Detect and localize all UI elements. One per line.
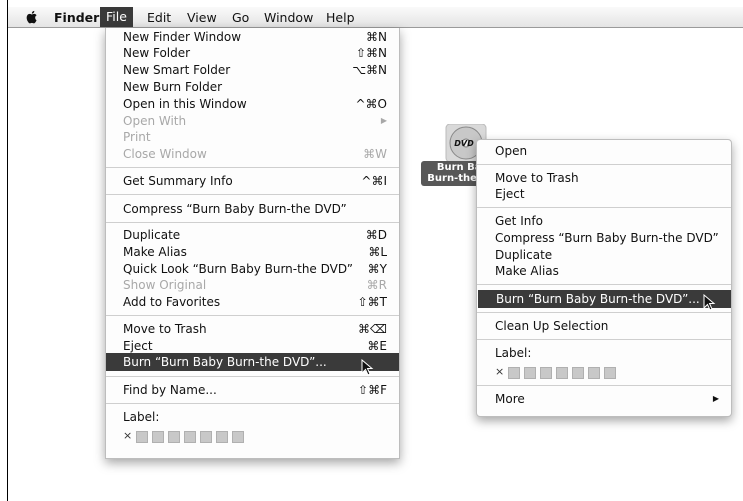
menu-item-quick-look[interactable]: Quick Look “Burn Baby Burn-the DVD” ⌘Y xyxy=(106,261,399,277)
menu-item-print: Print xyxy=(123,130,151,144)
menu-finder[interactable]: Finder xyxy=(54,10,99,25)
menu-file[interactable]: File xyxy=(100,7,133,27)
label-swatch-orange[interactable] xyxy=(524,367,536,379)
menu-item-eject[interactable]: Eject ⌘E xyxy=(106,338,399,354)
menu-item-make-alias[interactable]: Make Alias ⌘L xyxy=(106,244,399,260)
menu-item-duplicate[interactable]: Duplicate ⌘D xyxy=(106,227,399,243)
submenu-arrow-icon: ▶ xyxy=(712,394,719,403)
label-swatch-orange[interactable] xyxy=(152,431,164,443)
menu-item-move-to-trash[interactable]: Move to Trash ⌘⌫ xyxy=(106,321,399,337)
clear-label-button[interactable]: × xyxy=(123,429,132,442)
label-swatch-red[interactable] xyxy=(136,431,148,443)
menu-item-close-window: Close Window ⌘W xyxy=(123,147,387,161)
ctx-item-more[interactable]: More ▶ xyxy=(477,391,731,407)
label-swatch-red[interactable] xyxy=(508,367,520,379)
menu-separator xyxy=(106,403,399,404)
label-swatch-blue[interactable] xyxy=(200,431,212,443)
label-swatch-green[interactable] xyxy=(184,431,196,443)
menu-separator xyxy=(106,376,399,377)
ctx-item-burn[interactable]: Burn “Burn Baby Burn-the DVD”... xyxy=(478,290,731,308)
menu-separator xyxy=(106,315,399,316)
ctx-item-make-alias[interactable]: Make Alias xyxy=(477,263,731,279)
ctx-item-label-heading: Label: xyxy=(495,346,532,360)
ctx-item-move-to-trash[interactable]: Move to Trash xyxy=(477,170,731,186)
submenu-arrow-icon: ▶ xyxy=(380,116,387,125)
menu-view[interactable]: View xyxy=(187,10,217,25)
menu-separator xyxy=(106,167,399,168)
label-swatch-gray[interactable] xyxy=(232,431,244,443)
ctx-item-duplicate[interactable]: Duplicate xyxy=(477,247,731,263)
menu-separator xyxy=(477,164,731,165)
menu-item-show-original: Show Original ⌘R xyxy=(123,278,387,292)
menu-go[interactable]: Go xyxy=(232,10,249,25)
menu-separator xyxy=(477,284,731,285)
menu-item-compress[interactable]: Compress “Burn Baby Burn-the DVD” xyxy=(106,201,399,217)
ctx-item-get-info[interactable]: Get Info xyxy=(477,213,731,229)
menu-help[interactable]: Help xyxy=(326,10,355,25)
label-swatch-blue[interactable] xyxy=(572,367,584,379)
menu-edit[interactable]: Edit xyxy=(147,10,171,25)
label-swatch-purple[interactable] xyxy=(588,367,600,379)
menu-item-open-in-window[interactable]: Open in this Window ^⌘O xyxy=(106,96,399,112)
menu-item-new-burn-folder[interactable]: New Burn Folder xyxy=(106,79,399,95)
mouse-pointer-icon xyxy=(703,294,716,311)
menu-separator xyxy=(477,312,731,313)
label-swatch-purple[interactable] xyxy=(216,431,228,443)
menu-item-burn[interactable]: Burn “Burn Baby Burn-the DVD”... xyxy=(106,353,399,371)
ctx-item-eject[interactable]: Eject xyxy=(477,186,731,202)
menu-item-new-finder-window[interactable]: New Finder Window ⌘N xyxy=(106,29,399,45)
ctx-item-compress[interactable]: Compress “Burn Baby Burn-the DVD” xyxy=(477,230,731,246)
file-menu: New Finder Window ⌘N New Folder ⇧⌘N New … xyxy=(105,28,400,459)
apple-menu-icon[interactable] xyxy=(24,9,40,25)
menu-bar: Finder File Edit View Go Window Help xyxy=(8,7,743,28)
label-swatch-gray[interactable] xyxy=(604,367,616,379)
menu-item-new-smart-folder[interactable]: New Smart Folder ⌥⌘N xyxy=(106,62,399,78)
menu-item-open-with: Open With ▶ xyxy=(123,114,387,128)
label-swatch-green[interactable] xyxy=(556,367,568,379)
menu-separator xyxy=(477,207,731,208)
menu-separator xyxy=(106,194,399,195)
clear-label-button[interactable]: × xyxy=(495,365,504,378)
menu-separator xyxy=(106,222,399,223)
ctx-item-clean-up-selection[interactable]: Clean Up Selection xyxy=(477,318,731,334)
menu-item-label-heading: Label: xyxy=(123,410,160,424)
menu-item-add-to-favorites[interactable]: Add to Favorites ⇧⌘T xyxy=(106,294,399,310)
label-swatch-yellow[interactable] xyxy=(168,431,180,443)
menu-item-find-by-name[interactable]: Find by Name... ⇧⌘F xyxy=(106,382,399,398)
mouse-pointer-icon xyxy=(361,359,374,376)
label-swatch-yellow[interactable] xyxy=(540,367,552,379)
menu-item-new-folder[interactable]: New Folder ⇧⌘N xyxy=(106,45,399,61)
menu-item-get-summary-info[interactable]: Get Summary Info ^⌘I xyxy=(106,173,399,189)
menu-window[interactable]: Window xyxy=(264,10,313,25)
dvd-badge: DVD xyxy=(454,139,474,148)
context-menu: Open Move to Trash Eject Get Info Compre… xyxy=(476,139,732,417)
menu-separator xyxy=(477,339,731,340)
menu-separator xyxy=(477,385,731,386)
ctx-item-open[interactable]: Open xyxy=(477,143,731,159)
